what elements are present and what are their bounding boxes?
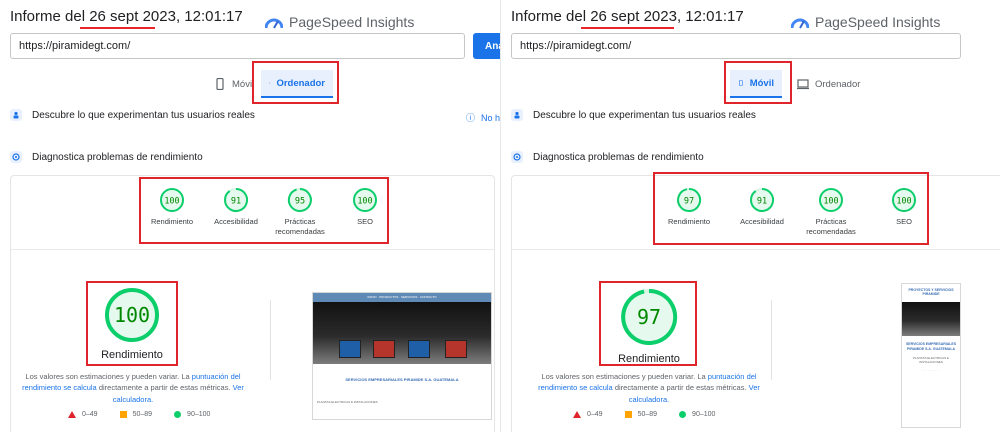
people-icon: [10, 109, 22, 121]
tab-label: Móvil: [232, 78, 255, 90]
info-icon: ⓘ: [466, 113, 476, 123]
report-date: Informe del 26 sept 2023, 12:01:17: [511, 8, 744, 25]
right-report-panel: Informe del 26 sept 2023, 12:01:17 PageS…: [500, 0, 1000, 432]
real-users-section[interactable]: Descubre lo que experimentan tus usuario…: [10, 109, 255, 121]
score-legend: 0–49 50–89 90–100: [573, 411, 715, 418]
legend-average-label: 50–89: [132, 411, 153, 418]
date-highlight-underline: [581, 27, 674, 29]
analyze-button[interactable]: Anali: [473, 33, 500, 59]
average-square-icon: [119, 411, 127, 418]
scores-highlight-box: [653, 172, 929, 245]
legend-average: 50–89: [624, 411, 658, 418]
date-highlight-underline: [80, 27, 155, 29]
screenshot-section: PLANTAS ELECTRICAS E INSTALACIONES: [913, 355, 949, 364]
mobile-icon: [216, 78, 224, 90]
url-input[interactable]: https://piramidegt.com/: [511, 33, 961, 59]
fail-triangle-icon: [68, 411, 76, 418]
desktop-page-screenshot: INICIO · PRODUCTOS · SERVICIOS · CONTACT…: [312, 292, 492, 420]
tab-label: Ordenador: [815, 78, 861, 90]
legend-pass: 90–100: [679, 411, 715, 418]
legend-pass-label: 90–100: [187, 411, 211, 418]
tab-desktop[interactable]: Ordenador: [789, 70, 868, 98]
pass-circle-icon: [174, 411, 182, 418]
brand-name: PageSpeed Insights: [289, 14, 415, 30]
screenshot-nav: INICIO · PRODUCTOS · SERVICIOS · CONTACT…: [313, 293, 491, 302]
real-users-section[interactable]: Descubre lo que experimentan tus usuario…: [511, 109, 756, 121]
screenshot-section: PLANTAS ELECTRICAS E INSTALACIONES: [317, 399, 378, 404]
people-icon: [511, 109, 523, 121]
generator-image: [339, 340, 361, 358]
screenshot-nav-text: INICIO · PRODUCTOS · SERVICIOS · CONTACT…: [367, 295, 437, 299]
screenshot-hero: [313, 302, 491, 364]
screenshot-title: SERVICIOS EMPRESARIALES PIRAMIDE S.A. GU…: [345, 377, 459, 382]
legend-pass: 90–100: [174, 411, 210, 418]
left-report-panel: Informe del 26 sept 2023, 12:01:17 PageS…: [0, 0, 500, 432]
legend-fail: 0–49: [68, 411, 98, 418]
desktop-icon: [797, 79, 809, 90]
generator-image: [445, 340, 467, 358]
legend-fail-label: 0–49: [82, 411, 98, 418]
score-legend: 0–49 50–89 90–100: [68, 411, 210, 418]
diagnose-text: Diagnostica problemas de rendimiento: [32, 151, 203, 163]
screenshot-title: SERVICIOS EMPRESARIALES PIRAMIDE S.A. GU…: [905, 342, 957, 351]
pagespeed-brand: PageSpeed Insights: [791, 14, 940, 30]
vertical-divider: [270, 300, 271, 380]
desc-text-2: directamente a partir de estas métricas.: [96, 383, 233, 393]
real-users-link-text: No ha: [481, 113, 500, 123]
main-score-highlight-box: [599, 281, 697, 366]
legend-average: 50–89: [119, 411, 153, 418]
diagnose-text: Diagnostica problemas de rendimiento: [533, 151, 704, 163]
legend-fail-label: 0–49: [587, 411, 603, 418]
diagnose-section: Diagnostica problemas de rendimiento: [511, 151, 704, 163]
pass-circle-icon: [679, 411, 687, 418]
generator-image: [408, 340, 430, 358]
real-users-data-link[interactable]: ⓘ No ha: [466, 111, 500, 124]
diagnose-icon: [10, 151, 22, 163]
desc-text-1: Los valores son estimaciones y pueden va…: [25, 372, 192, 381]
vertical-divider: [771, 300, 772, 380]
desc-text-2: directamente a partir de estas métricas.: [612, 383, 749, 393]
desc-text-1: Los valores son estimaciones y pueden va…: [541, 372, 708, 381]
real-users-text: Descubre lo que experimentan tus usuario…: [32, 109, 255, 121]
legend-fail: 0–49: [573, 411, 603, 418]
screenshot-hero: [902, 302, 960, 337]
pagespeed-logo-icon: [265, 18, 283, 29]
fail-triangle-icon: [573, 411, 581, 418]
scores-highlight-box: [139, 177, 389, 244]
screenshot-header: PROYECTOS Y SERVICIOS PIRAMIDE: [908, 288, 954, 297]
url-input[interactable]: https://piramidegt.com/: [10, 33, 465, 59]
report-date: Informe del 26 sept 2023, 12:01:17: [10, 8, 243, 25]
tab-highlight-box: [724, 61, 792, 104]
screenshot-body-text: · · · · · · · · · ·: [922, 367, 940, 372]
card-divider: [511, 249, 1000, 250]
pagespeed-brand: PageSpeed Insights: [265, 14, 414, 30]
diagnose-icon: [511, 151, 523, 163]
diagnose-section: Diagnostica problemas de rendimiento: [10, 151, 203, 163]
tab-highlight-box: [252, 61, 339, 104]
legend-pass-label: 90–100: [692, 411, 716, 418]
generator-image: [373, 340, 395, 358]
real-users-text: Descubre lo que experimentan tus usuario…: [533, 109, 756, 121]
legend-average-label: 50–89: [637, 411, 658, 418]
card-divider: [10, 249, 495, 250]
main-score-highlight-box: [86, 281, 178, 366]
score-description: Los valores son estimaciones y pueden va…: [18, 371, 248, 405]
average-square-icon: [624, 411, 632, 418]
score-description: Los valores son estimaciones y pueden va…: [534, 371, 764, 405]
brand-name: PageSpeed Insights: [815, 14, 941, 30]
mobile-page-screenshot: PROYECTOS Y SERVICIOS PIRAMIDE SERVICIOS…: [901, 283, 961, 428]
pagespeed-logo-icon: [791, 18, 809, 29]
